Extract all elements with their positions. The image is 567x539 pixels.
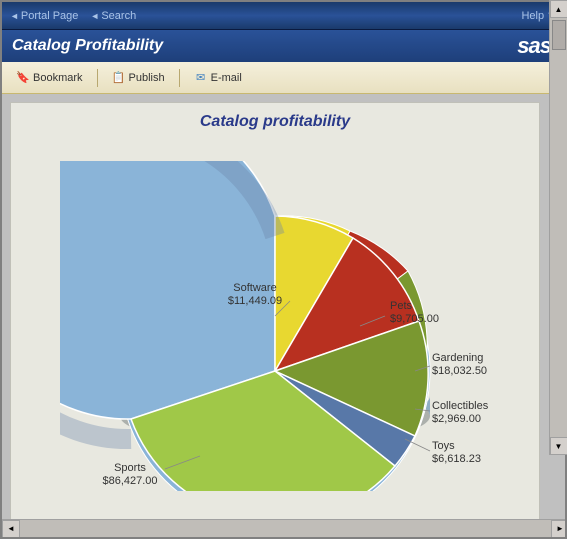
- pets-label: Pets: [390, 300, 413, 312]
- content-row: Catalog profitability: [2, 94, 565, 519]
- help-label[interactable]: Help: [521, 10, 544, 22]
- toolbar-divider-1: [97, 69, 98, 87]
- toolbar: 🔖 Bookmark 📋 Publish ✉ E-mail: [2, 62, 565, 94]
- sports-value: $86,427.00: [102, 475, 157, 487]
- scroll-left-button[interactable]: ◄: [2, 520, 20, 538]
- bookmark-button[interactable]: 🔖 Bookmark: [10, 69, 89, 87]
- pie-chart: Software $11,449.09 Pets $9,705.00 Garde…: [60, 161, 490, 491]
- app-title-bar: Catalog Profitability sas.: [2, 30, 565, 62]
- scroll-down-button[interactable]: ▼: [550, 437, 566, 455]
- email-icon: ✉: [194, 71, 208, 85]
- scroll-track-h: [20, 520, 551, 537]
- chart-title: Catalog profitability: [21, 113, 529, 131]
- software-label: Software: [233, 282, 276, 294]
- bookmark-icon: 🔖: [16, 71, 30, 85]
- pie-chart-container: Software $11,449.09 Pets $9,705.00 Garde…: [21, 146, 529, 506]
- collectibles-value: $2,969.00: [432, 413, 481, 425]
- portal-arrow-icon: ◄: [10, 11, 19, 21]
- horizontal-scrollbar[interactable]: ◄ ►: [2, 519, 567, 537]
- bookmark-label: Bookmark: [33, 72, 83, 84]
- gardening-value: $18,032.50: [432, 365, 487, 377]
- toolbar-divider-2: [179, 69, 180, 87]
- publish-label: Publish: [129, 72, 165, 84]
- search-label[interactable]: Search: [101, 10, 136, 22]
- gardening-label: Gardening: [432, 352, 483, 364]
- page-title: Catalog Profitability: [12, 37, 163, 55]
- search-link[interactable]: ◄ Search: [90, 10, 136, 22]
- vertical-scrollbar[interactable]: ▲ ▼: [549, 94, 565, 455]
- publish-button[interactable]: 📋 Publish: [106, 69, 171, 87]
- email-label: E-mail: [211, 72, 242, 84]
- toys-label: Toys: [432, 440, 455, 452]
- main-area: Catalog profitability: [2, 94, 565, 519]
- title-bar-nav-group: ◄ Portal Page ◄ Search: [10, 10, 136, 22]
- pets-value: $9,705.00: [390, 313, 439, 325]
- portal-page-label[interactable]: Portal Page: [21, 10, 78, 22]
- software-value: $11,449.09: [228, 295, 282, 307]
- chart-area: Catalog profitability: [10, 102, 540, 519]
- app-window: ◄ Portal Page ◄ Search Help ▼ Catalog Pr…: [0, 0, 567, 539]
- sports-label: Sports: [114, 462, 146, 474]
- title-bar: ◄ Portal Page ◄ Search Help ▼: [2, 2, 565, 30]
- email-button[interactable]: ✉ E-mail: [188, 69, 248, 87]
- collectibles-label: Collectibles: [432, 400, 489, 412]
- search-arrow-icon: ◄: [90, 11, 99, 21]
- portal-page-link[interactable]: ◄ Portal Page: [10, 10, 78, 22]
- publish-icon: 📋: [112, 71, 126, 85]
- toys-value: $6,618.23: [432, 453, 481, 465]
- scroll-right-button[interactable]: ►: [551, 520, 567, 538]
